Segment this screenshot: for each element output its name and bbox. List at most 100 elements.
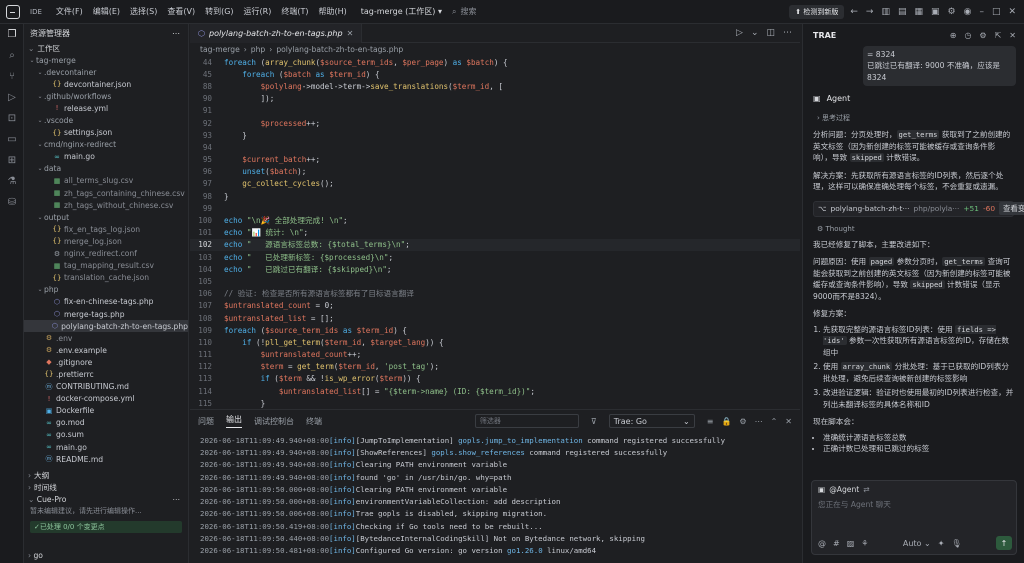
cue-more-icon[interactable]: ⋯ <box>172 495 180 504</box>
layout-icon[interactable]: ▣ <box>931 7 940 17</box>
file-item[interactable]: ⚙ .env.example <box>24 344 188 356</box>
file-item[interactable]: ⬡ polylang-batch-zh-to-en-tags.php <box>24 320 188 333</box>
monitor-icon[interactable]: ▭ <box>0 129 24 150</box>
mode-select[interactable]: Auto ⌄ <box>903 539 931 548</box>
magic-icon[interactable]: ✦ <box>938 539 945 548</box>
menu-item[interactable]: 查看(V) <box>167 6 195 17</box>
folder-item[interactable]: ⌄ output <box>24 211 188 223</box>
code-line[interactable]: 107 $untranslated_count = 0; <box>190 300 800 312</box>
code-line[interactable]: 103 echo " 已处理新标签: {$processed}\n"; <box>190 251 800 263</box>
thinking-toggle[interactable]: › 思考过程 <box>817 113 1014 123</box>
code-line[interactable]: 91 <box>190 105 800 117</box>
filter-icon[interactable]: ⊽ <box>591 417 597 426</box>
code-line[interactable]: 110 if (!pll_get_term($term_id, $target_… <box>190 336 800 348</box>
mic-icon[interactable]: 🎙 <box>951 539 961 548</box>
menu-item[interactable]: 运行(R) <box>244 6 272 17</box>
file-item[interactable]: ⓜ CONTRIBUTING.md <box>24 381 188 393</box>
code-line[interactable]: 92 $processed++; <box>190 117 800 129</box>
maximize-icon[interactable]: □ <box>992 7 1001 17</box>
lock-scroll-icon[interactable]: 🔒 <box>721 417 731 426</box>
agent-mention[interactable]: ▣ @Agent ⇄ <box>812 481 1016 497</box>
database-icon[interactable]: ⛁ <box>0 192 24 213</box>
file-item[interactable]: ▦ zh_tags_without_chinese.csv <box>24 199 188 211</box>
file-item[interactable]: ⓜ README.md <box>24 453 188 465</box>
file-item[interactable]: ∞ main.go <box>24 441 188 453</box>
minimize-icon[interactable]: – <box>979 7 984 17</box>
run-menu-icon[interactable]: ⌄ <box>751 28 759 38</box>
back-icon[interactable]: ← <box>850 7 858 17</box>
breadcrumb-item[interactable]: php <box>251 45 265 54</box>
extensions-icon[interactable]: ⊞ <box>0 150 24 171</box>
file-item[interactable]: {} merge_log.json <box>24 235 188 247</box>
code-view[interactable]: 44 foreach (array_chunk($source_term_ids,… <box>190 56 800 409</box>
settings-icon[interactable]: ⚙ <box>979 31 986 40</box>
file-item[interactable]: ∞ main.go <box>24 151 188 163</box>
file-item[interactable]: ▦ tag_mapping_result.csv <box>24 260 188 272</box>
panel-tab[interactable]: 调试控制台 <box>254 416 294 427</box>
code-line[interactable]: 44 foreach (array_chunk($source_term_ids,… <box>190 56 800 68</box>
forward-icon[interactable]: → <box>866 7 874 17</box>
close-window-icon[interactable]: ✕ <box>1008 7 1016 17</box>
file-change-chip[interactable]: ⌥ polylang-batch-zh-t··· php/polyla··· +… <box>813 200 1024 217</box>
thought-toggle[interactable]: ⚙ Thought <box>817 225 1014 233</box>
panel-tab[interactable]: 输出 <box>226 414 242 428</box>
code-line[interactable]: 102 echo " 源语言标签总数: {$total_terms}\n"; <box>190 238 800 251</box>
code-line[interactable]: 90 ]); <box>190 93 800 105</box>
hash-icon[interactable]: # <box>833 539 840 548</box>
new-version-button[interactable]: ⬆ 检测到新版 <box>789 4 845 19</box>
output-settings-icon[interactable]: ⚙ <box>739 417 746 426</box>
menu-item[interactable]: 终端(T) <box>281 6 308 17</box>
clear-output-icon[interactable]: ≡ <box>707 417 714 426</box>
file-item[interactable]: {} .prettierrc <box>24 368 188 380</box>
run-icon[interactable]: ▷ <box>736 28 743 38</box>
code-line[interactable]: 98} <box>190 190 800 202</box>
cue-pro-section[interactable]: ⌄ Cue-Pro ⋯ <box>24 493 188 505</box>
code-line[interactable]: 114 $untranslated_list[] = "{$term->name… <box>190 385 800 397</box>
file-item[interactable]: ▣ Dockerfile <box>24 405 188 417</box>
run-debug-icon[interactable]: ▷ <box>0 87 24 108</box>
file-item[interactable]: ⚙ .env <box>24 332 188 344</box>
review-changes-button[interactable]: 查看变更 <box>999 202 1024 216</box>
code-line[interactable]: 115 } <box>190 397 800 409</box>
code-line[interactable]: 106 // 验证: 检查是否所有源语言标签都有了目标语言翻译 <box>190 288 800 300</box>
workspace-section[interactable]: ⌄ 工作区 <box>24 42 188 54</box>
plugin-icon[interactable]: ⚘ <box>861 539 868 548</box>
remote-icon[interactable]: ⊡ <box>0 108 24 129</box>
output-channel-select[interactable]: Trae: Go ⌄ <box>608 414 695 428</box>
account-icon[interactable]: ◉ <box>964 7 972 17</box>
folder-item[interactable]: ⌄ .devcontainer <box>24 66 188 78</box>
at-mention-icon[interactable]: @ <box>818 539 826 548</box>
code-line[interactable]: 101 echo "📊 统计: \n"; <box>190 227 800 239</box>
file-item[interactable]: ! docker-compose.yml <box>24 393 188 405</box>
switch-icon[interactable]: ⇄ <box>863 485 869 494</box>
breadcrumb-item[interactable]: polylang-batch-zh-to-en-tags.php <box>276 45 403 54</box>
code-line[interactable]: 108 $untranslated_list = []; <box>190 312 800 324</box>
file-item[interactable]: {} translation_cache.json <box>24 272 188 284</box>
code-line[interactable]: 111 $untranslated_count++; <box>190 349 800 361</box>
send-button[interactable]: ↑ <box>996 536 1012 550</box>
code-line[interactable]: 113 if ($term && !is_wp_error($term)) { <box>190 373 800 385</box>
toggle-aux-icon[interactable]: ▦ <box>914 7 923 17</box>
panel-tab[interactable]: 问题 <box>198 416 214 427</box>
folder-item[interactable]: ⌄ .vscode <box>24 114 188 126</box>
code-line[interactable]: 99 <box>190 202 800 214</box>
code-line[interactable]: 95 $current_batch++; <box>190 154 800 166</box>
menu-item[interactable]: 转到(G) <box>205 6 233 17</box>
chat-input-box[interactable]: ▣ @Agent ⇄ 您正在与 Agent 聊天 @ # ▨ ⚘ Auto ⌄ … <box>811 480 1017 555</box>
global-search[interactable]: ⌕ 搜索 <box>452 4 782 20</box>
history-icon[interactable]: ◷ <box>964 31 971 40</box>
code-line[interactable]: 104 echo " 已跳过已有翻译: {$skipped}\n"; <box>190 263 800 275</box>
file-item[interactable]: {} settings.json <box>24 127 188 139</box>
file-item[interactable]: ∞ go.sum <box>24 429 188 441</box>
code-line[interactable]: 97 gc_collect_cycles(); <box>190 178 800 190</box>
toggle-panel-icon[interactable]: ▤ <box>898 7 907 17</box>
new-chat-icon[interactable]: ⊕ <box>950 31 957 40</box>
more-actions-icon[interactable]: ⋯ <box>172 29 180 38</box>
file-item[interactable]: ⚙ nginx_redirect.conf <box>24 248 188 260</box>
source-control-icon[interactable]: ⑂ <box>0 66 24 87</box>
code-line[interactable]: 94 <box>190 141 800 153</box>
close-tab-icon[interactable]: ✕ <box>347 29 354 38</box>
image-icon[interactable]: ▨ <box>847 539 855 548</box>
close-panel-icon[interactable]: ✕ <box>1009 31 1016 40</box>
file-item[interactable]: ⬡ merge-tags.php <box>24 308 188 320</box>
